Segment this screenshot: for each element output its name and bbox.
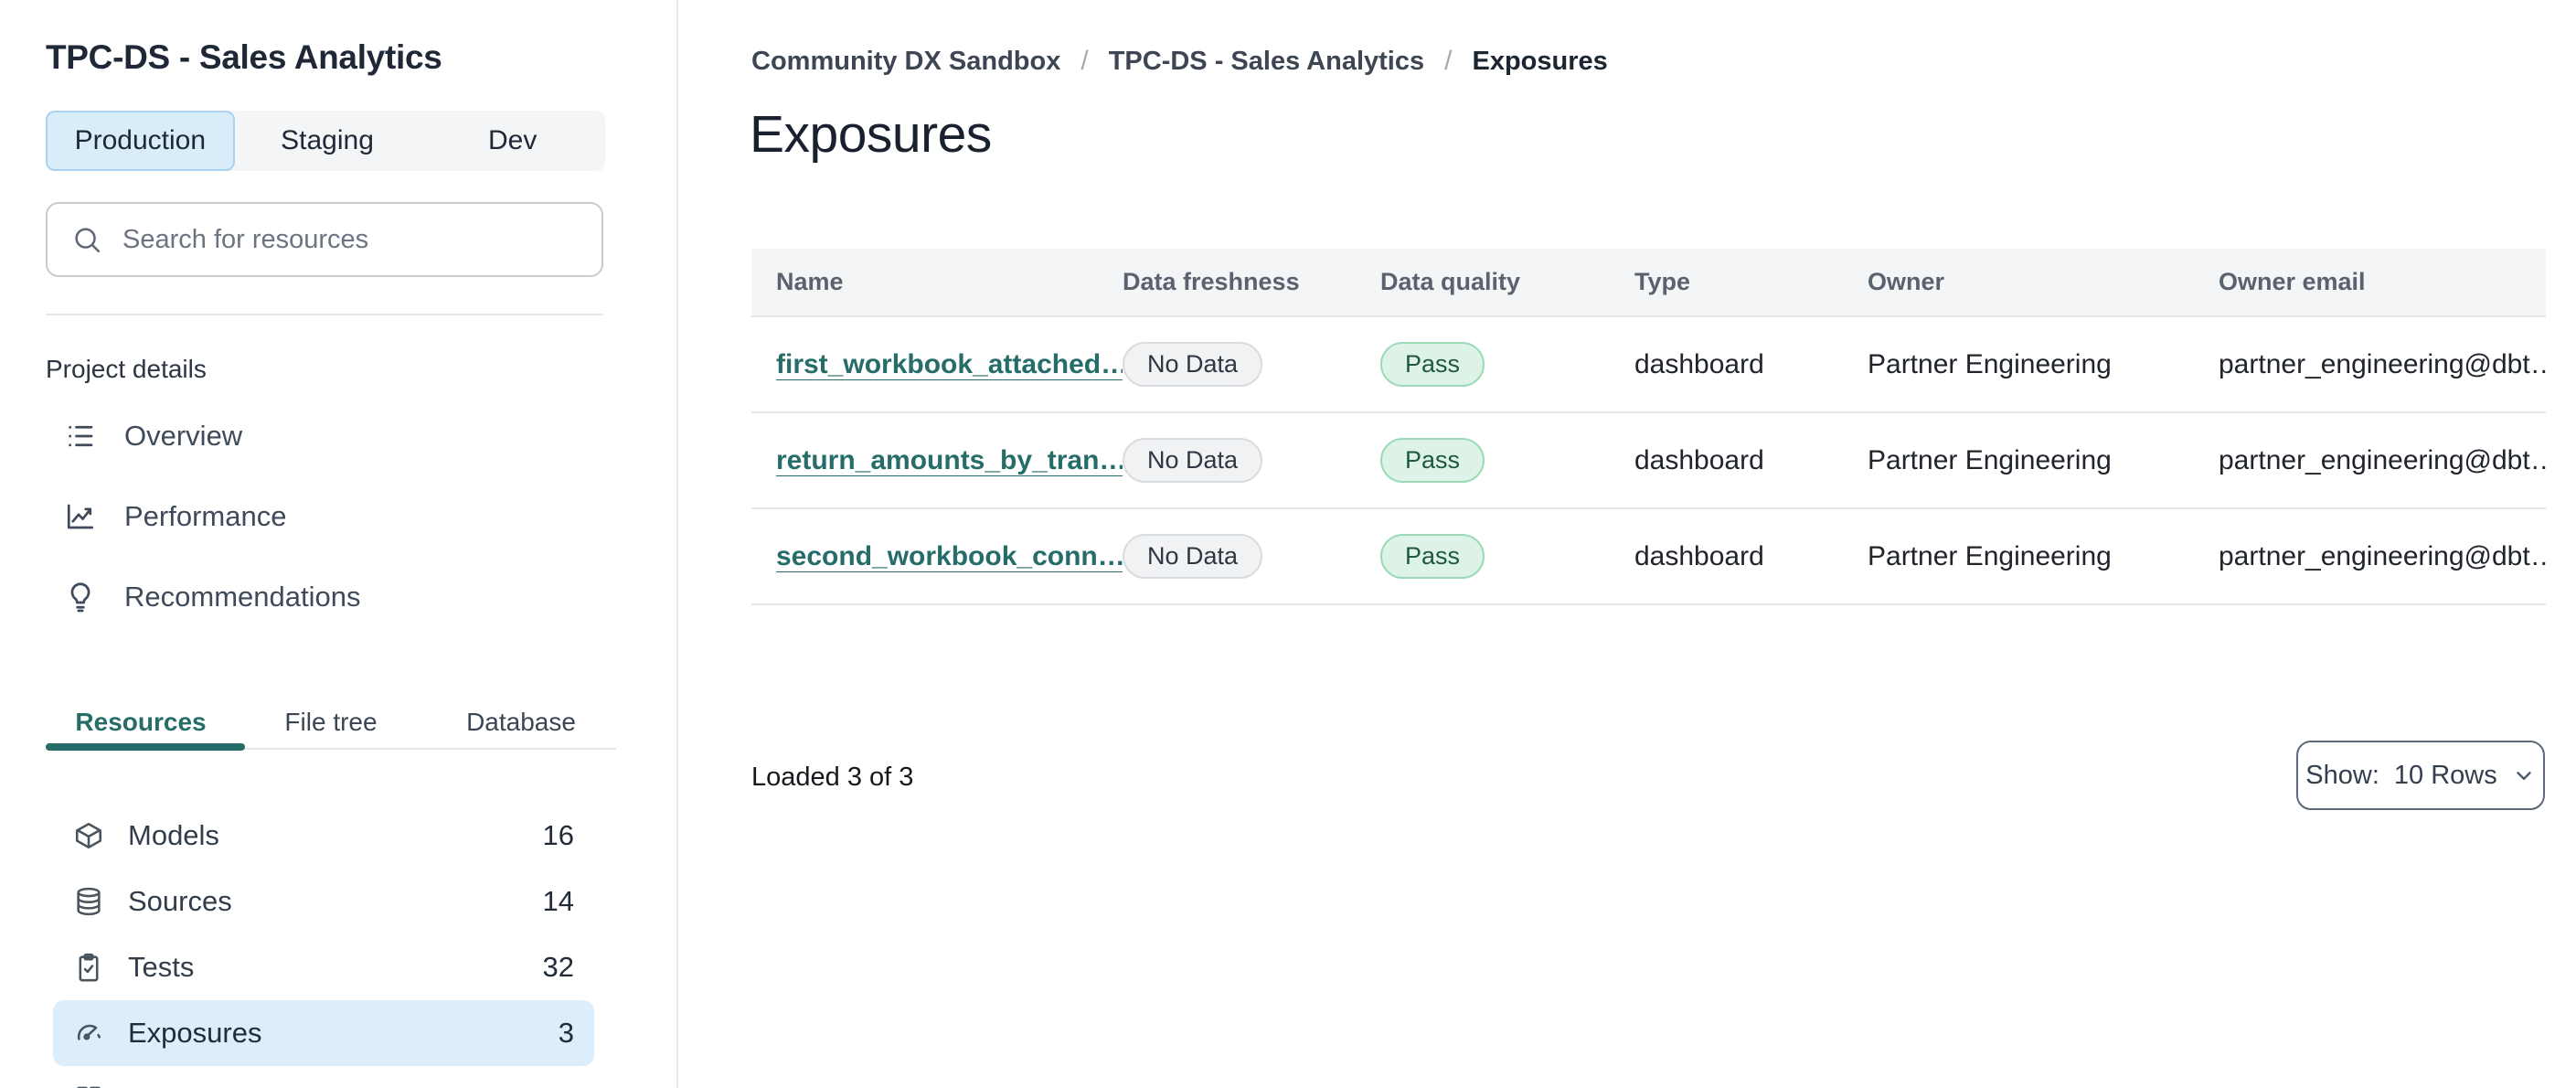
owner-email-cell: partner_engineering@dbt… bbox=[2219, 444, 2546, 475]
table-header-row: Name Data freshness Data quality Type Ow… bbox=[751, 249, 2546, 317]
sidebar-item-performance[interactable]: Performance bbox=[46, 476, 603, 557]
sidebar-item-models[interactable]: Models 16 bbox=[53, 803, 594, 869]
owner-cell: Partner Engineering bbox=[1868, 348, 2112, 379]
app-window: TPC-DS - Sales Analytics Production Stag… bbox=[0, 0, 2576, 1088]
resource-count: 14 bbox=[542, 885, 574, 917]
column-header-freshness: Data freshness bbox=[1123, 268, 1300, 295]
type-cell: dashboard bbox=[1634, 348, 1764, 379]
type-cell: dashboard bbox=[1634, 444, 1764, 475]
type-cell: dashboard bbox=[1634, 540, 1764, 571]
tabbar-active-indicator bbox=[46, 743, 245, 751]
show-value: 10 Rows bbox=[2393, 760, 2497, 790]
breadcrumb-separator: / bbox=[1080, 46, 1089, 76]
gauge-icon bbox=[73, 1018, 104, 1049]
tab-resources[interactable]: Resources bbox=[46, 702, 236, 764]
rows-per-page-dropdown[interactable]: Show: 10 Rows bbox=[2296, 741, 2545, 810]
owner-cell: Partner Engineering bbox=[1868, 540, 2112, 571]
resource-count: 16 bbox=[542, 819, 574, 851]
show-label: Show: bbox=[2305, 760, 2379, 790]
env-tab-staging[interactable]: Staging bbox=[235, 111, 420, 171]
table-row: first_workbook_attached… No Data Pass da… bbox=[751, 317, 2546, 413]
owner-email-cell: partner_engineering@dbt… bbox=[2219, 540, 2546, 571]
freshness-badge: No Data bbox=[1123, 342, 1263, 387]
loaded-status: Loaded 3 of 3 bbox=[751, 763, 914, 792]
exposures-table: Name Data freshness Data quality Type Ow… bbox=[751, 249, 2546, 605]
sidebar-item-label: Overview bbox=[124, 420, 243, 452]
resource-list: Models 16 Sources 14 Tests 32 Exposures … bbox=[53, 803, 594, 1088]
resource-count: 32 bbox=[542, 951, 574, 983]
freshness-badge: No Data bbox=[1123, 534, 1263, 579]
chevron-down-icon bbox=[2512, 763, 2536, 787]
project-details-label: Project details bbox=[46, 355, 207, 383]
quality-badge: Pass bbox=[1380, 534, 1485, 579]
sidebar-item-tests[interactable]: Tests 32 bbox=[53, 934, 594, 1000]
resource-count: 3 bbox=[558, 1017, 574, 1049]
search-icon bbox=[71, 224, 102, 255]
table-row: return_amounts_by_tran… No Data Pass das… bbox=[751, 413, 2546, 509]
env-tab-production[interactable]: Production bbox=[46, 111, 235, 171]
page-title: Exposures bbox=[750, 105, 992, 164]
sidebar-item-exposures[interactable]: Exposures 3 bbox=[53, 1000, 594, 1066]
resource-label: Exposures bbox=[128, 1017, 262, 1049]
column-header-name: Name bbox=[776, 268, 844, 295]
database-icon bbox=[73, 886, 104, 917]
quality-badge: Pass bbox=[1380, 342, 1485, 387]
tab-database[interactable]: Database bbox=[426, 702, 616, 764]
freshness-badge: No Data bbox=[1123, 438, 1263, 483]
clipboard-check-icon bbox=[73, 952, 104, 983]
resource-search bbox=[46, 202, 603, 277]
column-header-owner: Owner bbox=[1868, 268, 1945, 295]
search-input[interactable] bbox=[122, 224, 578, 255]
tab-file-tree[interactable]: File tree bbox=[236, 702, 426, 764]
sidebar-item-overview[interactable]: Overview bbox=[46, 396, 603, 476]
sidebar-item-label: Performance bbox=[124, 500, 287, 532]
line-chart-icon bbox=[64, 500, 97, 533]
sidebar-section-divider bbox=[46, 314, 603, 315]
sidebar-item-label: Recommendations bbox=[124, 581, 361, 613]
sidebar-item-partial[interactable] bbox=[53, 1066, 594, 1088]
column-header-type: Type bbox=[1634, 268, 1691, 295]
owner-email-cell: partner_engineering@dbt… bbox=[2219, 348, 2546, 379]
list-icon bbox=[64, 420, 97, 453]
table-row: second_workbook_conn… No Data Pass dashb… bbox=[751, 509, 2546, 605]
grid-icon bbox=[73, 1083, 104, 1088]
breadcrumb-separator: / bbox=[1444, 46, 1453, 76]
quality-badge: Pass bbox=[1380, 438, 1485, 483]
environment-switcher: Production Staging Dev bbox=[46, 111, 605, 171]
owner-cell: Partner Engineering bbox=[1868, 444, 2112, 475]
lightbulb-icon bbox=[64, 581, 97, 613]
sidebar-item-recommendations[interactable]: Recommendations bbox=[46, 557, 603, 637]
resource-label: Tests bbox=[128, 951, 195, 983]
column-header-owner-email: Owner email bbox=[2219, 268, 2366, 295]
project-nav: Overview Performance Recommendations bbox=[46, 396, 603, 637]
breadcrumb: Community DX Sandbox / TPC-DS - Sales An… bbox=[751, 46, 1608, 77]
exposure-link[interactable]: second_workbook_conn… bbox=[776, 541, 1123, 571]
resource-label: Models bbox=[128, 819, 219, 851]
sidebar-tabbar: Resources File tree Database bbox=[46, 702, 616, 764]
sidebar-divider bbox=[676, 0, 678, 1088]
env-tab-dev[interactable]: Dev bbox=[420, 111, 605, 171]
column-header-quality: Data quality bbox=[1380, 268, 1521, 295]
exposure-link[interactable]: first_workbook_attached… bbox=[776, 349, 1123, 379]
cube-icon bbox=[73, 820, 104, 851]
breadcrumb-project[interactable]: TPC-DS - Sales Analytics bbox=[1109, 47, 1424, 77]
resource-label: Sources bbox=[128, 885, 232, 917]
breadcrumb-current: Exposures bbox=[1472, 46, 1608, 76]
exposure-link[interactable]: return_amounts_by_tran… bbox=[776, 445, 1123, 475]
breadcrumb-account[interactable]: Community DX Sandbox bbox=[751, 47, 1060, 77]
project-title: TPC-DS - Sales Analytics bbox=[46, 38, 442, 76]
sidebar-item-sources[interactable]: Sources 14 bbox=[53, 869, 594, 934]
